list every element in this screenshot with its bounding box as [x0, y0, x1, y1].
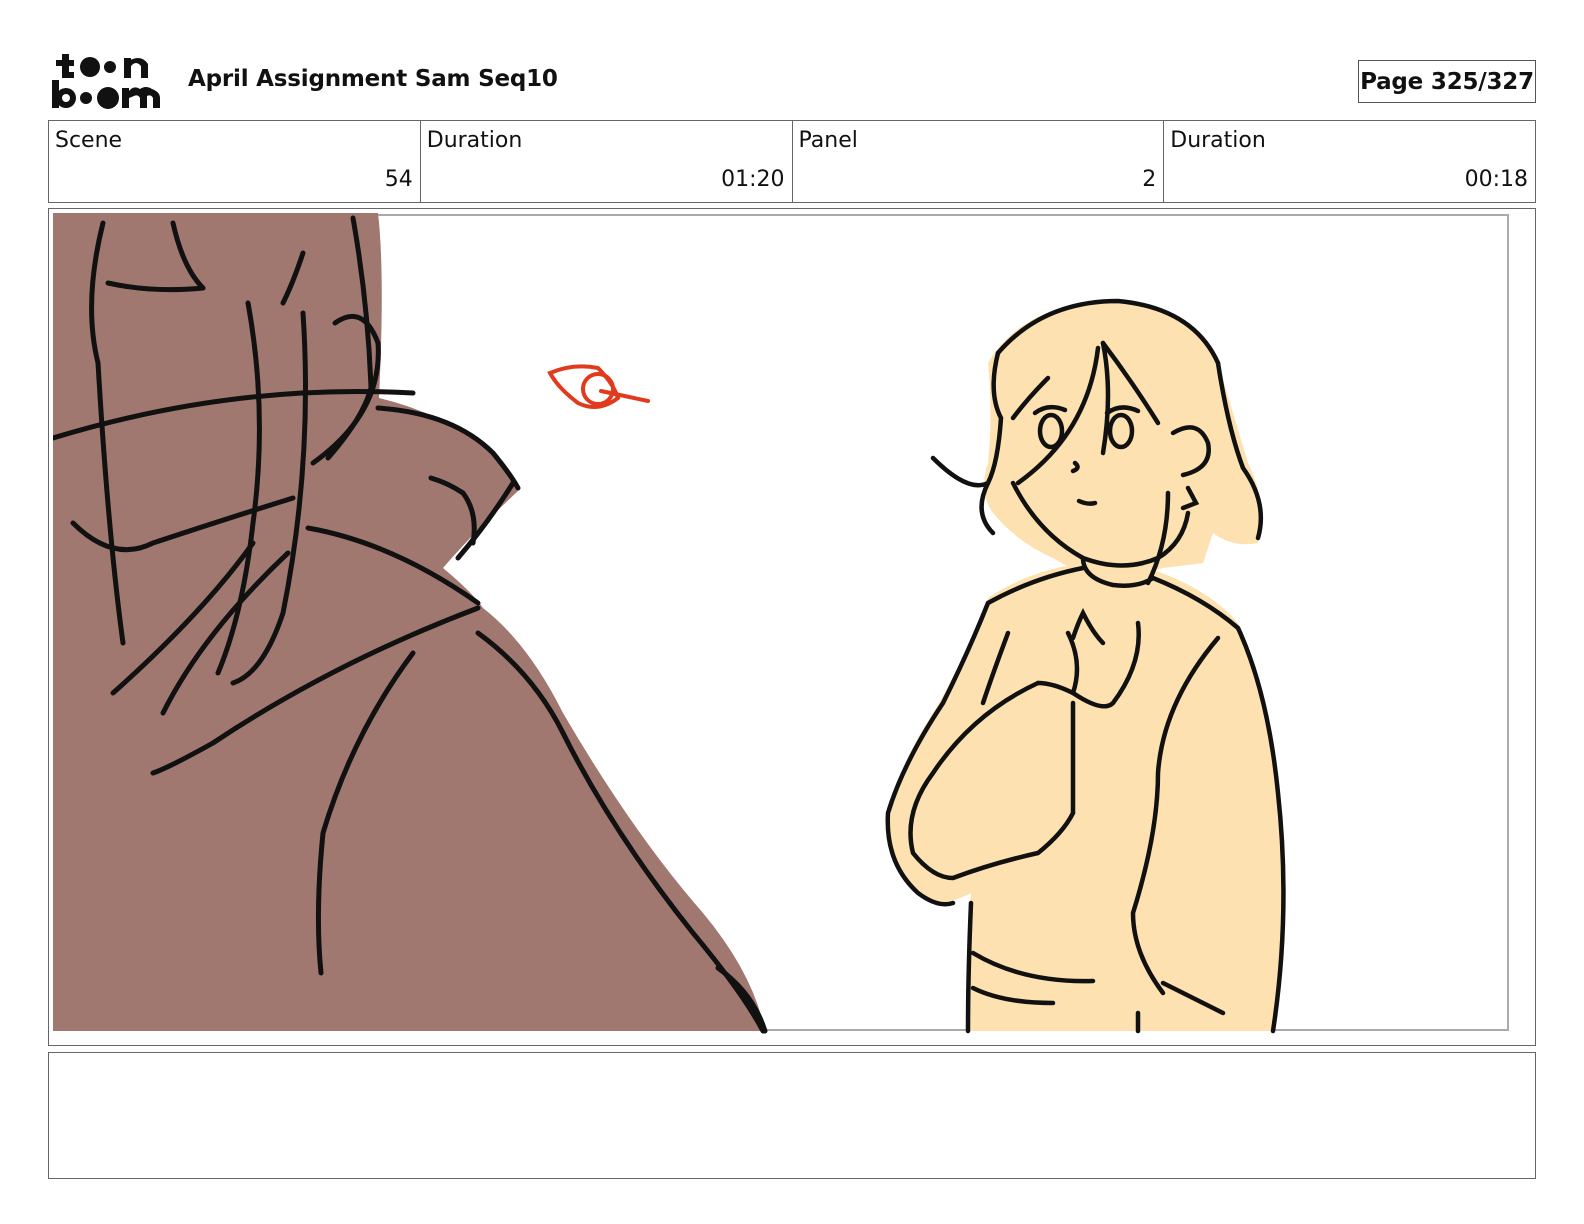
panel-cell: Panel 2: [793, 121, 1165, 202]
page-indicator: Page 325/327: [1358, 60, 1536, 103]
scene-duration-cell: Duration 01:20: [421, 121, 793, 202]
panel-drawing: [53, 213, 1509, 1034]
scene-duration-value: 01:20: [721, 167, 785, 192]
scene-info-table: Scene 54 Duration 01:20 Panel 2 Duration…: [48, 120, 1536, 203]
foreground-character: [53, 213, 768, 1034]
toon-boom-logo: [52, 52, 164, 110]
document-title: April Assignment Sam Seq10: [188, 66, 558, 92]
scene-duration-label: Duration: [426, 128, 523, 153]
scene-cell: Scene 54: [49, 121, 421, 202]
scene-label: Scene: [55, 128, 123, 153]
storyboard-panel: [48, 208, 1536, 1046]
panel-duration-value: 00:18: [1464, 167, 1528, 192]
red-annotation: [547, 364, 650, 409]
panel-label: Panel: [798, 128, 858, 153]
panel-duration-cell: Duration 00:18: [1164, 121, 1535, 202]
panel-value: 2: [1142, 167, 1157, 192]
panel-duration-label: Duration: [1170, 128, 1266, 153]
panel-notes-box[interactable]: [48, 1052, 1536, 1179]
background-character: [885, 298, 1286, 1034]
scene-value: 54: [384, 167, 413, 192]
